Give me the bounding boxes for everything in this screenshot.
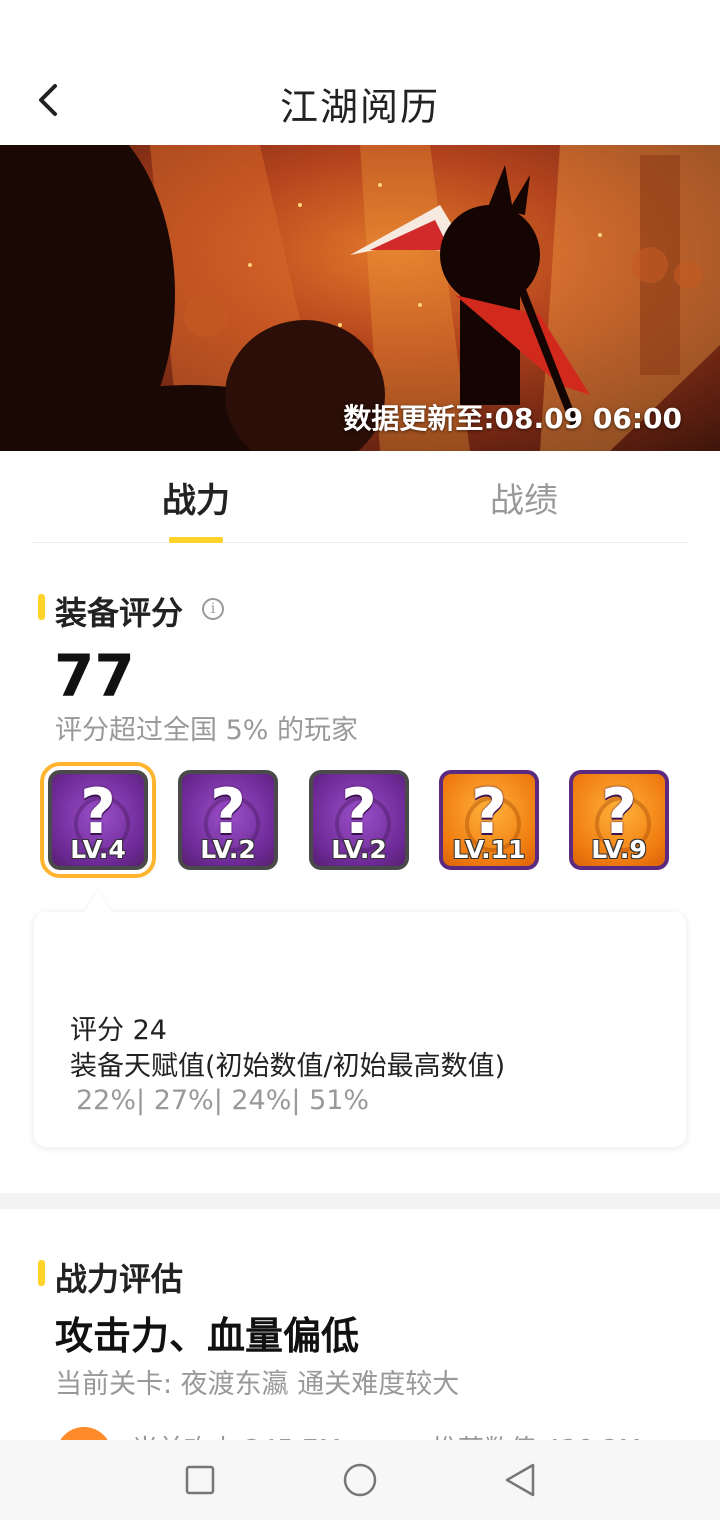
equipment-level: LV.2 [331, 835, 387, 864]
equipment-level: LV.11 [452, 835, 526, 864]
active-tab-indicator [169, 537, 223, 543]
circle-icon [343, 1463, 377, 1497]
tab-power[interactable]: 战力 [96, 473, 296, 522]
recent-apps-button[interactable] [180, 1460, 220, 1500]
power-assessment-title: 战力评估 [55, 1260, 184, 1298]
system-nav-bar [0, 1440, 720, 1520]
page-title: 江湖阅历 [279, 85, 440, 129]
equipment-score-title: 装备评分 [55, 594, 184, 632]
equipment-slot-1[interactable]: ? LV.4 [40, 762, 156, 878]
section-divider [0, 1193, 720, 1209]
equipment-slot-5[interactable]: ? LV.9 [569, 770, 669, 870]
equipment-slot-4[interactable]: ? LV.11 [439, 770, 539, 870]
hero-banner: 数据更新至:08.09 06:00 [0, 145, 720, 451]
section-marker [38, 1260, 45, 1286]
equipment-detail-score: 评分 24 [70, 1015, 167, 1046]
square-icon [185, 1465, 215, 1495]
equipment-slot-2[interactable]: ? LV.2 [178, 770, 278, 870]
info-icon[interactable]: i [202, 598, 224, 620]
tab-record[interactable]: 战绩 [424, 473, 624, 522]
equipment-score-description: 评分超过全国 5% 的玩家 [55, 715, 358, 746]
equipment-level: LV.4 [70, 835, 126, 864]
power-assessment-headline: 攻击力、血量偏低 [55, 1314, 360, 1358]
equipment-talent-label: 装备天赋值(初始数值/初始最高数值) [70, 1051, 506, 1082]
app-header: 江湖阅历 [0, 0, 720, 145]
tab-bar: 战力 战绩 [32, 451, 688, 543]
equipment-level: LV.9 [591, 835, 647, 864]
back-nav-button[interactable] [500, 1460, 540, 1500]
power-assessment-description: 当前关卡: 夜渡东瀛 通关难度较大 [55, 1369, 460, 1400]
equipment-score-value: 77 [54, 642, 135, 710]
section-marker [38, 594, 45, 620]
equipment-slot-3[interactable]: ? LV.2 [309, 770, 409, 870]
home-button[interactable] [340, 1460, 380, 1500]
equipment-level: LV.2 [200, 835, 256, 864]
tooltip-arrow [84, 890, 112, 912]
triangle-back-icon [505, 1463, 535, 1497]
equipment-talent-values: 22%| 27%| 24%| 51% [76, 1085, 370, 1116]
data-update-time: 数据更新至:08.09 06:00 [343, 402, 682, 435]
